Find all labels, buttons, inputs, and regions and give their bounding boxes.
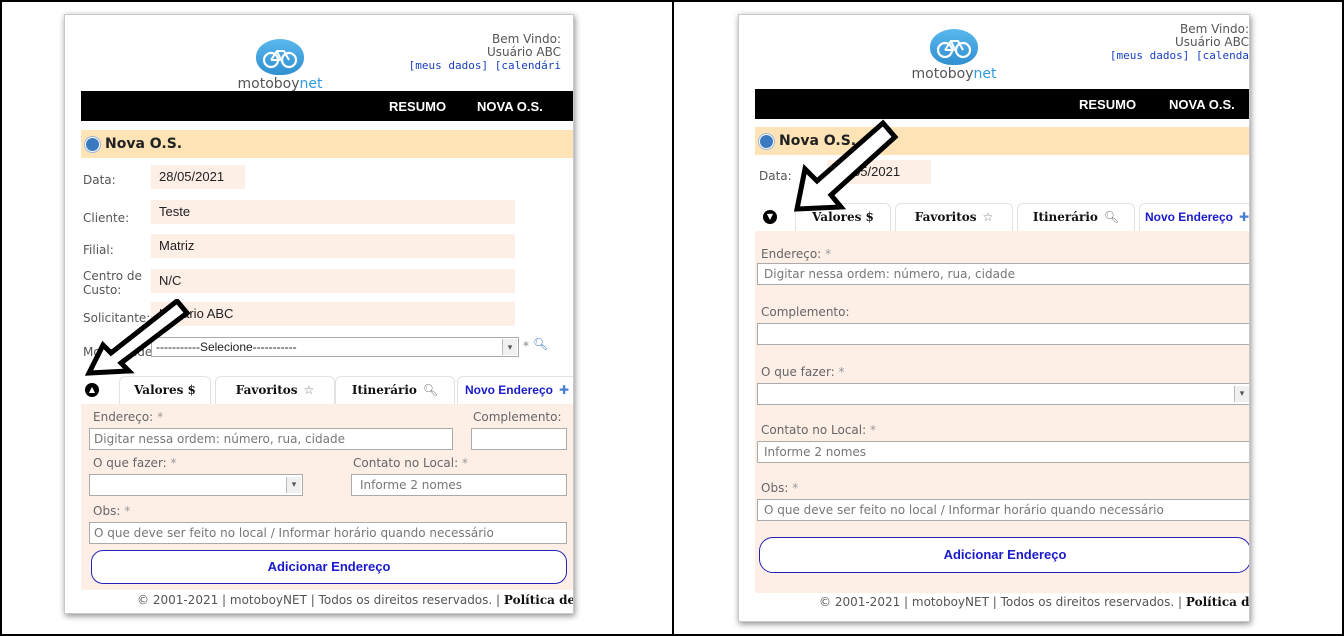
page-footer: © 2001-2021 | motoboyNET | Todos os dire…	[137, 593, 573, 607]
tab-novo-endereco[interactable]: Novo Endereço ✚	[1139, 203, 1250, 231]
contato-input[interactable]: Informe 2 nomes	[351, 474, 567, 496]
brand-logo[interactable]: motoboynet	[215, 39, 345, 92]
page-title-bar: Nova O.S.	[81, 130, 573, 158]
filial-label: Filial:	[83, 243, 114, 257]
tab-itinerario[interactable]: Itinerário 🔍︎	[335, 376, 455, 404]
modalidade-label: Modalidade:	[83, 345, 157, 359]
address-panel: Endereço: * Digitar nessa ordem: número,…	[81, 404, 573, 590]
welcome-block: Bem Vindo: Usuário ABC [meus dados] [cal…	[409, 33, 561, 73]
required-mark: *	[523, 339, 529, 353]
site-header: motoboynet Bem Vindo: Usuário ABC [meus …	[65, 15, 573, 93]
bicycle-logo-icon	[256, 39, 304, 75]
circle-arrow-icon	[759, 134, 774, 149]
main-nav: RESUMO NOVA O.S.	[81, 91, 573, 121]
endereco-label: Endereço: *	[93, 410, 164, 424]
chevron-up-icon[interactable]: ▲	[85, 383, 99, 397]
welcome-block: Bem Vindo: Usuário ABC [meus dados] [cal…	[1110, 23, 1249, 63]
search-icon: 🔍︎	[1103, 210, 1120, 224]
contato-label: Contato no Local: *	[761, 423, 876, 437]
brand-name: motoboy	[237, 76, 300, 92]
data-field[interactable]: 28/05/2021	[151, 165, 245, 189]
bicycle-logo-icon	[930, 29, 978, 65]
tab-bar: ▼ Valores $ Favoritos ☆ Itinerário 🔍︎ Novo…	[755, 203, 1249, 231]
brand-logo[interactable]: motoboynet	[889, 29, 1019, 82]
cliente-field[interactable]: Teste	[151, 200, 515, 224]
tab-novo-endereco[interactable]: Novo Endereço ✚	[457, 376, 573, 404]
tab-valores[interactable]: Valores $	[119, 376, 211, 404]
address-panel: Endereço: * Digitar nessa ordem: número,…	[755, 231, 1249, 593]
oquefazer-select[interactable]: ▾	[757, 383, 1249, 405]
nav-nova-os[interactable]: NOVA O.S.	[477, 99, 543, 114]
right-screenshot: motoboynet Bem Vindo: Usuário ABC [meus …	[738, 14, 1250, 622]
solicitante-label: Solicitante:	[83, 311, 151, 325]
chevron-down-icon: ▾	[286, 477, 301, 493]
complemento-label: Complemento:	[473, 410, 562, 424]
privacy-policy-link[interactable]: Política de Pri	[1186, 595, 1249, 609]
endereco-input[interactable]: Digitar nessa ordem: número, rua, cidade	[89, 428, 453, 450]
add-address-button[interactable]: Adicionar Endereço	[759, 537, 1249, 573]
oquefazer-label: O que fazer: *	[761, 365, 845, 379]
tab-valores[interactable]: Valores $	[795, 203, 891, 231]
plus-icon: ✚	[1238, 210, 1250, 224]
tab-favoritos[interactable]: Favoritos ☆	[895, 203, 1013, 231]
complemento-input[interactable]	[471, 428, 567, 450]
main-nav: RESUMO NOVA O.S.	[755, 89, 1249, 119]
endereco-label: Endereço: *	[761, 247, 832, 261]
modalidade-select[interactable]: -----------Selecione----------- ▾	[151, 337, 519, 357]
obs-label: Obs: *	[93, 504, 131, 518]
endereco-input[interactable]: Digitar nessa ordem: número, rua, cidade	[757, 263, 1249, 285]
privacy-policy-link[interactable]: Política de Priv	[504, 593, 573, 607]
obs-input[interactable]: O que deve ser feito no local / Informar…	[89, 522, 567, 544]
chevron-down-icon: ▾	[1234, 386, 1249, 402]
brand-accent: net	[299, 76, 323, 92]
oquefazer-select[interactable]: ▾	[89, 474, 303, 496]
filial-field[interactable]: Matriz	[151, 234, 515, 258]
page-title: Nova O.S.	[779, 133, 857, 149]
account-links[interactable]: [meus dados] [calendári	[409, 59, 561, 72]
chevron-down-icon[interactable]: ▼	[763, 210, 777, 224]
chevron-down-icon: ▾	[502, 339, 517, 355]
search-icon[interactable]: 🔍︎	[533, 337, 548, 351]
tab-favoritos[interactable]: Favoritos ☆	[215, 376, 335, 404]
plus-icon: ✚	[558, 383, 570, 397]
star-icon: ☆	[303, 383, 315, 397]
solicitante-field[interactable]: Usuário ABC	[151, 302, 515, 326]
welcome-user: Usuário ABC	[1174, 35, 1249, 49]
circle-arrow-icon	[85, 137, 100, 152]
page-footer: © 2001-2021 | motoboyNET | Todos os dire…	[819, 595, 1249, 609]
tab-bar: ▲ Valores $ Favoritos ☆ Itinerário 🔍︎ Novo…	[81, 376, 573, 404]
brand-accent: net	[973, 66, 997, 82]
left-screenshot: motoboynet Bem Vindo: Usuário ABC [meus …	[64, 14, 574, 614]
modalidade-value: -----------Selecione-----------	[156, 340, 297, 354]
complemento-input[interactable]	[757, 323, 1249, 345]
obs-input[interactable]: O que deve ser feito no local / Informar…	[757, 499, 1249, 521]
nav-nova-os[interactable]: NOVA O.S.	[1169, 97, 1235, 112]
add-address-button[interactable]: Adicionar Endereço	[91, 550, 567, 584]
data-field[interactable]: 28/05/2021	[827, 160, 931, 184]
nav-resumo[interactable]: RESUMO	[389, 99, 446, 114]
obs-label: Obs: *	[761, 481, 799, 495]
column-divider	[672, 0, 674, 636]
nav-resumo[interactable]: RESUMO	[1079, 97, 1136, 112]
welcome-user: Usuário ABC	[486, 45, 561, 59]
centro-label: Centro de Custo:	[83, 269, 142, 297]
brand-name: motoboy	[911, 66, 974, 82]
data-label: Data:	[759, 169, 792, 183]
account-links[interactable]: [meus dados] [calenda	[1110, 49, 1249, 62]
page-title: Nova O.S.	[105, 136, 183, 152]
search-icon: 🔍︎	[422, 383, 439, 397]
cliente-label: Cliente:	[83, 211, 130, 225]
tab-itinerario[interactable]: Itinerário 🔍︎	[1017, 203, 1135, 231]
centro-field[interactable]: N/C	[151, 269, 515, 293]
page-title-bar: Nova O.S.	[755, 127, 1249, 155]
contato-input[interactable]: Informe 2 nomes	[757, 441, 1249, 463]
data-label: Data:	[83, 173, 116, 187]
complemento-label: Complemento:	[761, 305, 850, 319]
site-header: motoboynet Bem Vindo: Usuário ABC [meus …	[739, 15, 1250, 91]
star-icon: ☆	[982, 210, 994, 224]
oquefazer-label: O que fazer: *	[93, 456, 177, 470]
contato-label: Contato no Local: *	[353, 456, 468, 470]
